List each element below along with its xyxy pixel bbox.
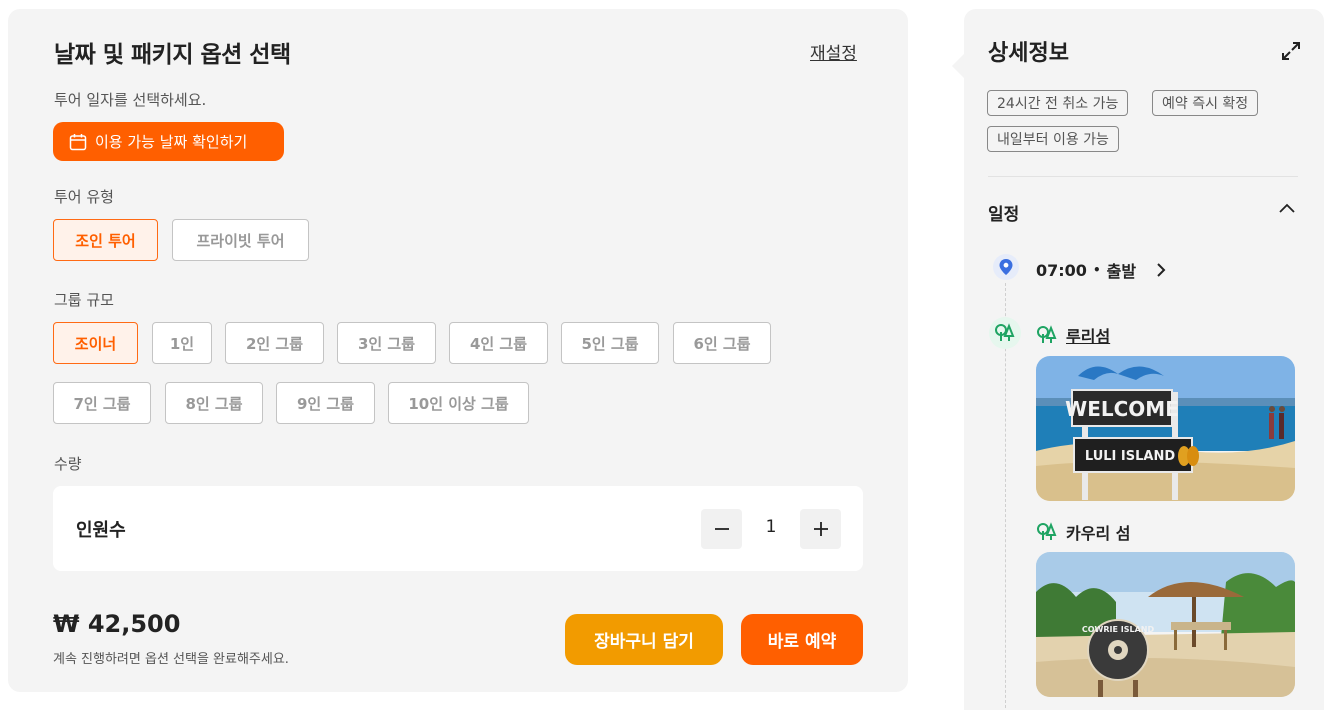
photo-cowrie-island: COWRIE ISLAND — [1036, 552, 1295, 697]
decrement-button[interactable] — [701, 509, 742, 549]
check-dates-button[interactable]: 이용 가능 날짜 확인하기 — [53, 122, 284, 161]
group-size-5[interactable]: 5인 그룹 — [561, 322, 659, 364]
departure-label: 출발 — [1106, 262, 1137, 281]
luli-sign-bottom: LULI ISLAND — [1085, 449, 1175, 464]
quantity-label: 수량 — [54, 455, 82, 473]
cowrie-sign: COWRIE ISLAND — [1082, 625, 1155, 634]
departure-row[interactable]: 07:00 • 출발 — [1036, 258, 1170, 282]
divider — [988, 176, 1298, 177]
panel-pointer — [952, 54, 964, 78]
total-price: ₩ 42,500 — [53, 610, 181, 638]
calendar-icon — [69, 133, 87, 150]
trees-icon — [1037, 522, 1057, 540]
group-size-6[interactable]: 6인 그룹 — [673, 322, 771, 364]
tour-type-label: 투어 유형 — [54, 188, 114, 206]
minus-icon — [714, 528, 729, 530]
details-title: 상세정보 — [988, 41, 1069, 66]
add-to-cart-button[interactable]: 장바구니 담기 — [565, 614, 723, 665]
place-luli[interactable]: 루리섬 — [1036, 323, 1110, 347]
reset-link[interactable]: 재설정 — [810, 39, 857, 64]
departure-time: 07:00 — [1036, 260, 1087, 280]
group-size-3[interactable]: 3인 그룹 — [337, 322, 436, 364]
chevron-right-icon — [1157, 263, 1166, 277]
trees-badge-icon — [989, 317, 1021, 349]
tour-type-join[interactable]: 조인 투어 — [53, 219, 158, 261]
group-size-9[interactable]: 9인 그룹 — [276, 382, 375, 424]
place-cowrie-label: 카우리 섬 — [1066, 524, 1131, 543]
increment-button[interactable] — [800, 509, 841, 549]
schedule-title: 일정 — [988, 205, 1020, 225]
plus-icon — [813, 522, 828, 536]
photo-luli-island: WELCOME LULI ISLAND — [1036, 356, 1295, 501]
book-now-button[interactable]: 바로 예약 — [741, 614, 863, 665]
group-size-joiner[interactable]: 조이너 — [53, 322, 138, 364]
group-size-1[interactable]: 1인 — [152, 322, 212, 364]
tag-free-cancel: 24시간 전 취소 가능 — [987, 90, 1129, 116]
group-size-8[interactable]: 8인 그룹 — [165, 382, 263, 424]
details-panel: 상세정보 24시간 전 취소 가능 예약 즉시 확정 내일부터 이용 가능 일정… — [964, 9, 1324, 710]
quantity-value: 1 — [765, 517, 777, 537]
panel-title: 날짜 및 패키지 옵션 선택 — [54, 42, 291, 68]
option-panel: 날짜 및 패키지 옵션 선택 재설정 투어 일자를 선택하세요. 이용 가능 날… — [8, 9, 908, 692]
group-size-4[interactable]: 4인 그룹 — [449, 322, 548, 364]
place-cowrie[interactable]: 카우리 섬 — [1036, 520, 1130, 544]
tag-available-tomorrow: 내일부터 이용 가능 — [987, 126, 1119, 152]
group-size-label: 그룹 규모 — [54, 291, 114, 309]
trees-icon — [1037, 325, 1057, 343]
group-size-10plus[interactable]: 10인 이상 그룹 — [388, 382, 529, 424]
place-luli-link[interactable]: 루리섬 — [1066, 323, 1110, 347]
group-size-2[interactable]: 2인 그룹 — [225, 322, 324, 364]
price-note: 계속 진행하려면 옵션 선택을 완료해주세요. — [53, 652, 289, 667]
luli-sign-top: WELCOME — [1065, 397, 1179, 421]
date-prompt: 투어 일자를 선택하세요. — [54, 91, 207, 109]
tour-type-private[interactable]: 프라이빗 투어 — [172, 219, 309, 261]
quantity-row-label: 인원수 — [76, 520, 126, 541]
quantity-row: 인원수 1 — [53, 486, 863, 571]
chevron-up-icon[interactable] — [1277, 199, 1297, 219]
group-size-7[interactable]: 7인 그룹 — [53, 382, 151, 424]
tag-instant-confirm: 예약 즉시 확정 — [1152, 90, 1259, 116]
expand-icon[interactable] — [1280, 40, 1302, 62]
check-dates-label: 이용 가능 날짜 확인하기 — [95, 133, 248, 151]
departure-separator: • — [1092, 263, 1101, 277]
location-pin-icon — [993, 254, 1019, 280]
